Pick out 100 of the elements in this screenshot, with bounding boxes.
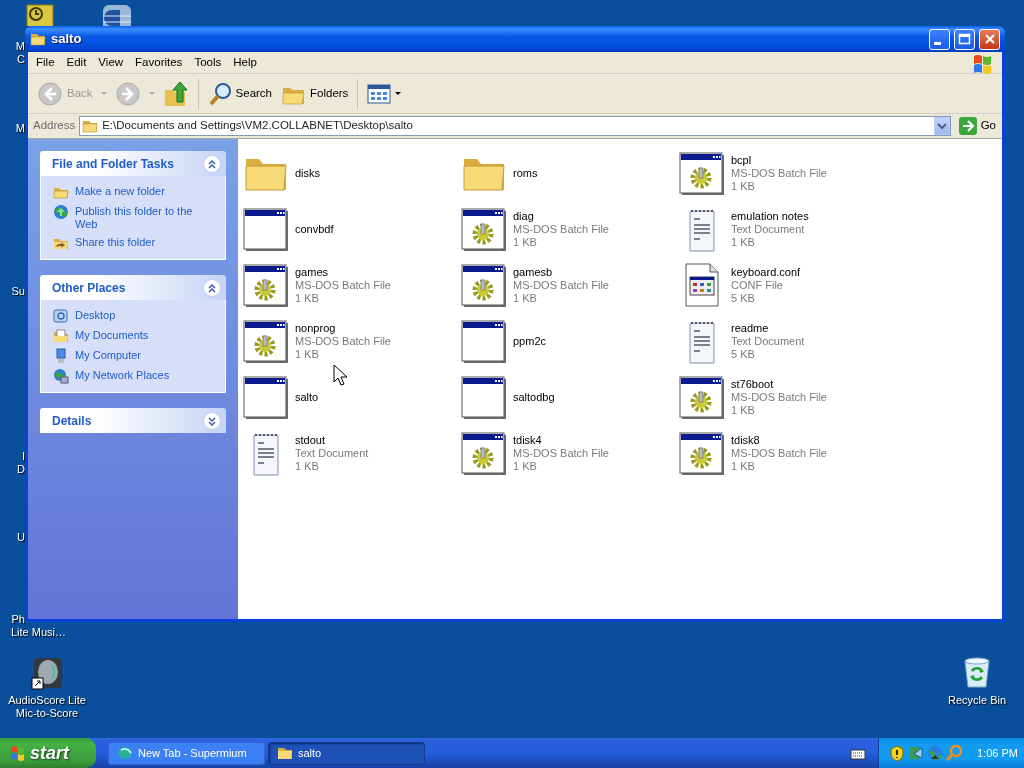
menu-item[interactable]: Favorites — [129, 53, 189, 72]
microphone-shortcut-icon[interactable] — [30, 656, 64, 690]
browser-icon — [117, 745, 133, 761]
file-type: MS-DOS Batch File — [731, 390, 827, 404]
icon-label: U — [17, 531, 25, 544]
close-button[interactable] — [979, 28, 1000, 50]
file-name[interactable]: diag — [513, 209, 609, 223]
network-globe-icon[interactable] — [927, 745, 943, 761]
task-link[interactable]: Publish this folder to the Web — [53, 204, 217, 231]
maximize-button[interactable] — [954, 28, 975, 50]
clock-shortcut-icon[interactable] — [26, 4, 54, 26]
go-button[interactable]: Go — [954, 117, 1000, 135]
search-icon — [207, 80, 232, 107]
close-icon — [983, 33, 996, 45]
menu-item[interactable]: Edit — [60, 53, 93, 72]
address-field[interactable]: E:\Documents and Settings\VM2.COLLABNET\Desktop\salto — [79, 116, 951, 136]
window-icon[interactable] — [242, 373, 290, 421]
task-link[interactable]: My Documents — [53, 328, 217, 344]
taskbar-button[interactable]: salto — [268, 741, 425, 765]
file-name[interactable]: bcpl — [731, 153, 827, 167]
menu-item[interactable]: View — [92, 53, 130, 72]
menu-item[interactable]: File — [30, 53, 61, 72]
gear-window-icon[interactable] — [678, 373, 726, 421]
file-type: CONF File — [731, 278, 784, 292]
dropdown-button[interactable] — [933, 117, 950, 135]
file-name[interactable]: nonprog — [295, 321, 391, 335]
gear-window-icon[interactable] — [460, 429, 508, 477]
icon-label: Lite Musi… — [11, 626, 67, 639]
file-name[interactable]: ppm2c — [513, 334, 547, 348]
task-link[interactable]: My Computer — [53, 348, 217, 364]
gear-window-icon[interactable] — [460, 261, 508, 309]
gear-window-icon[interactable] — [678, 429, 726, 477]
file-name[interactable]: convbdf — [295, 222, 334, 236]
file-name[interactable]: st76boot — [731, 377, 827, 391]
icon-label: M — [15, 40, 25, 53]
views-icon — [367, 81, 392, 106]
file-type: MS-DOS Batch File — [513, 278, 609, 292]
icon-label: D — [17, 463, 25, 476]
file-name[interactable]: roms — [513, 166, 538, 180]
minimize-button[interactable] — [929, 28, 950, 50]
icon-label: C — [17, 53, 25, 66]
section-header[interactable]: Details — [40, 408, 226, 433]
file-name[interactable]: salto — [295, 390, 319, 404]
device-icon[interactable] — [908, 745, 924, 761]
icon-label: Ph — [11, 613, 25, 626]
folder-up-arrow-icon — [162, 79, 189, 108]
caret-icon — [395, 92, 402, 95]
file-type: MS-DOS Batch File — [295, 278, 391, 292]
mouse-cursor-icon — [333, 364, 349, 386]
file-size: 1 KB — [513, 235, 538, 249]
taskbar-button[interactable]: New Tab - Supermium — [108, 741, 265, 765]
section-header[interactable]: File and Folder Tasks — [40, 151, 226, 176]
file-name[interactable]: saltodbg — [513, 390, 555, 404]
file-name[interactable]: stdout — [295, 433, 369, 447]
file-name[interactable]: keyboard.conf — [731, 265, 801, 279]
window-icon[interactable] — [460, 317, 508, 365]
collapse-button[interactable] — [203, 278, 221, 297]
folders-button[interactable]: Folders — [279, 79, 352, 108]
windows-logo-icon — [10, 744, 26, 762]
minimize-icon — [934, 41, 941, 45]
section-header[interactable]: Other Places — [40, 275, 226, 300]
chevron-down-icon — [936, 122, 947, 130]
icon-label: Recycle Bin — [946, 694, 1008, 707]
search-button[interactable]: Search — [204, 78, 275, 109]
file-size: 5 KB — [731, 347, 756, 361]
menu-item[interactable]: Help — [227, 53, 263, 72]
file-name[interactable]: tdisk8 — [731, 433, 827, 447]
file-name[interactable]: emulation notes — [731, 209, 809, 223]
gear-window-icon[interactable] — [242, 317, 290, 365]
section-title: Other Places — [52, 279, 126, 297]
gear-window-icon[interactable] — [460, 205, 508, 253]
task-link[interactable]: Desktop — [53, 308, 217, 324]
section-title: Details — [52, 412, 92, 430]
file-type: Text Document — [295, 446, 369, 460]
app-shortcut-icon[interactable] — [102, 4, 132, 26]
file-type: MS-DOS Batch File — [513, 446, 609, 460]
file-size: 1 KB — [295, 347, 320, 361]
maximize-icon — [958, 33, 971, 45]
window-icon[interactable] — [460, 373, 508, 421]
collapse-button[interactable] — [203, 411, 221, 430]
file-name[interactable]: readme — [731, 321, 805, 335]
task-link[interactable]: My Network Places — [53, 368, 217, 384]
collapse-button[interactable] — [203, 154, 221, 173]
file-name[interactable]: disks — [295, 166, 321, 180]
address-label: Address — [33, 118, 76, 134]
window-icon[interactable] — [242, 205, 290, 253]
file-name[interactable]: gamesb — [513, 265, 609, 279]
file-name[interactable]: games — [295, 265, 391, 279]
shield-icon[interactable] — [889, 744, 905, 762]
task-link[interactable]: Share this folder — [53, 235, 217, 251]
file-name[interactable]: tdisk4 — [513, 433, 609, 447]
icon-label: I — [21, 450, 25, 463]
clock: 1:06 PM — [977, 745, 1018, 761]
task-link[interactable]: Make a new folder — [53, 184, 217, 200]
file-size: 1 KB — [731, 459, 756, 473]
file-size: 1 KB — [731, 179, 756, 193]
gear-window-icon[interactable] — [678, 149, 726, 197]
menu-item[interactable]: Tools — [188, 53, 228, 72]
gear-window-icon[interactable] — [242, 261, 290, 309]
keyboard-icon[interactable] — [850, 747, 866, 761]
